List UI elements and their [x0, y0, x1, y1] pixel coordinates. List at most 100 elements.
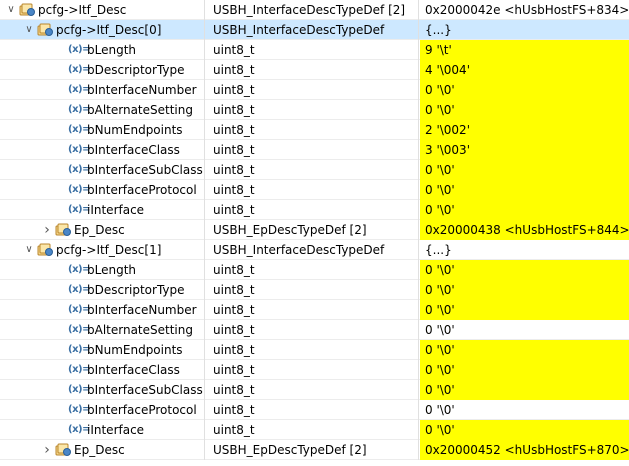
struct-variable-icon — [55, 223, 71, 237]
name-cell[interactable]: ∨ pcfg->Itf_Desc[1] — [0, 240, 205, 260]
tree-row-field[interactable]: (x)= bNumEndpoints uint8_t 2 '\002' — [0, 120, 629, 140]
tree-row-field[interactable]: (x)= bDescriptorType uint8_t 0 '\0' — [0, 280, 629, 300]
variable-name: bNumEndpoints — [87, 123, 183, 137]
value-cell-changed[interactable]: 0 '\0' — [420, 80, 629, 100]
type-cell: USBH_InterfaceDescTypeDef — [206, 240, 419, 260]
tree-row-field[interactable]: (x)= iInterface uint8_t 0 '\0' — [0, 420, 629, 440]
chevron-right-icon[interactable]: › — [41, 220, 53, 240]
value-cell[interactable]: {...} — [420, 240, 629, 260]
tree-row-struct[interactable]: ∨ pcfg->Itf_Desc[1] USBH_InterfaceDescType… — [0, 240, 629, 260]
value-cell-changed[interactable]: 0 '\0' — [420, 300, 629, 320]
type-cell: uint8_t — [206, 300, 419, 320]
type-cell: USBH_EpDescTypeDef [2] — [206, 220, 419, 240]
value-cell-changed[interactable]: 2 '\002' — [420, 120, 629, 140]
type-cell: USBH_EpDescTypeDef [2] — [206, 440, 419, 460]
chevron-down-icon[interactable]: ∨ — [5, 0, 17, 20]
tree-row-field[interactable]: (x)= bInterfaceSubClass uint8_t 0 '\0' — [0, 160, 629, 180]
tree-row-field[interactable]: (x)= bDescriptorType uint8_t 4 '\004' — [0, 60, 629, 80]
value-cell[interactable]: {...} — [420, 20, 629, 40]
variable-name: bInterfaceNumber — [87, 83, 197, 97]
chevron-right-icon[interactable]: › — [41, 440, 53, 460]
variable-name: bDescriptorType — [87, 63, 185, 77]
value-cell-changed[interactable]: 0 '\0' — [420, 160, 629, 180]
name-cell[interactable]: (x)= bAlternateSetting — [0, 100, 205, 120]
tree-row-field[interactable]: (x)= bAlternateSetting uint8_t 0 '\0' — [0, 100, 629, 120]
value-cell[interactable]: 0x2000042e <hUsbHostFS+834> — [420, 0, 629, 20]
tree-row-field[interactable]: (x)= bInterfaceClass uint8_t 3 '\003' — [0, 140, 629, 160]
tree-row-struct[interactable]: ∨ pcfg->Itf_Desc[0] USBH_InterfaceDescType… — [0, 20, 629, 40]
type-cell: uint8_t — [206, 100, 419, 120]
name-cell[interactable]: (x)= bNumEndpoints — [0, 340, 205, 360]
tree-row-field[interactable]: (x)= bLength uint8_t 0 '\0' — [0, 260, 629, 280]
variable-name: bInterfaceClass — [87, 363, 180, 377]
name-cell[interactable]: (x)= bAlternateSetting — [0, 320, 205, 340]
type-cell: uint8_t — [206, 80, 419, 100]
tree-row-field[interactable]: (x)= bAlternateSetting uint8_t 0 '\0' — [0, 320, 629, 340]
name-cell[interactable]: › Ep_Desc — [0, 440, 205, 460]
name-cell[interactable]: (x)= bInterfaceSubClass — [0, 160, 205, 180]
variable-name: bInterfaceProtocol — [87, 183, 197, 197]
type-cell: uint8_t — [206, 60, 419, 80]
tree-row-field[interactable]: (x)= bNumEndpoints uint8_t 0 '\0' — [0, 340, 629, 360]
variable-name: Ep_Desc — [74, 223, 125, 237]
value-cell-changed[interactable]: 0x20000452 <hUsbHostFS+870> — [420, 440, 629, 460]
variable-name: bAlternateSetting — [87, 323, 193, 337]
variable-name: pcfg->Itf_Desc[1] — [56, 243, 162, 257]
value-cell-changed[interactable]: 0 '\0' — [420, 340, 629, 360]
tree-row-struct[interactable]: › Ep_Desc USBH_EpDescTypeDef [2] 0x20000438… — [0, 220, 629, 240]
value-cell[interactable]: 0 '\0' — [420, 400, 629, 420]
value-cell-changed[interactable]: 0 '\0' — [420, 420, 629, 440]
type-cell: uint8_t — [206, 120, 419, 140]
tree-row-field[interactable]: (x)= bInterfaceProtocol uint8_t 0 '\0' — [0, 180, 629, 200]
tree-row-field[interactable]: (x)= bInterfaceProtocol uint8_t 0 '\0' — [0, 400, 629, 420]
tree-row-field[interactable]: (x)= bInterfaceSubClass uint8_t 0 '\0' — [0, 380, 629, 400]
value-cell-changed[interactable]: 3 '\003' — [420, 140, 629, 160]
name-cell[interactable]: (x)= iInterface — [0, 420, 205, 440]
name-cell[interactable]: › Ep_Desc — [0, 220, 205, 240]
name-cell[interactable]: (x)= bInterfaceProtocol — [0, 180, 205, 200]
variables-tree[interactable]: ∨ pcfg->Itf_Desc USBH_InterfaceDescTypeDef… — [0, 0, 629, 466]
name-cell[interactable]: (x)= bInterfaceProtocol — [0, 400, 205, 420]
name-cell[interactable]: (x)= iInterface — [0, 200, 205, 220]
name-cell[interactable]: ∨ pcfg->Itf_Desc[0] — [0, 20, 205, 40]
name-cell[interactable]: (x)= bInterfaceSubClass — [0, 380, 205, 400]
type-cell: uint8_t — [206, 140, 419, 160]
value-cell-changed[interactable]: 4 '\004' — [420, 60, 629, 80]
variable-name: Ep_Desc — [74, 443, 125, 457]
tree-row-struct[interactable]: › Ep_Desc USBH_EpDescTypeDef [2] 0x20000452… — [0, 440, 629, 460]
variable-name: bAlternateSetting — [87, 103, 193, 117]
name-cell[interactable]: (x)= bInterfaceClass — [0, 360, 205, 380]
tree-row-field[interactable]: (x)= bInterfaceNumber uint8_t 0 '\0' — [0, 300, 629, 320]
value-cell[interactable]: 0 '\0' — [420, 320, 629, 340]
struct-variable-icon — [19, 3, 35, 17]
value-cell-changed[interactable]: 0 '\0' — [420, 360, 629, 380]
type-cell: uint8_t — [206, 200, 419, 220]
value-cell-changed[interactable]: 0 '\0' — [420, 200, 629, 220]
tree-row-field[interactable]: (x)= iInterface uint8_t 0 '\0' — [0, 200, 629, 220]
name-cell[interactable]: (x)= bLength — [0, 260, 205, 280]
name-cell[interactable]: (x)= bInterfaceNumber — [0, 300, 205, 320]
name-cell[interactable]: (x)= bLength — [0, 40, 205, 60]
value-cell-changed[interactable]: 0 '\0' — [420, 380, 629, 400]
value-cell-changed[interactable]: 0 '\0' — [420, 260, 629, 280]
value-cell-changed[interactable]: 0 '\0' — [420, 100, 629, 120]
name-cell[interactable]: (x)= bDescriptorType — [0, 280, 205, 300]
name-cell[interactable]: (x)= bInterfaceNumber — [0, 80, 205, 100]
chevron-down-icon[interactable]: ∨ — [23, 20, 35, 40]
type-cell: uint8_t — [206, 180, 419, 200]
name-cell[interactable]: ∨ pcfg->Itf_Desc — [0, 0, 205, 20]
tree-row-field[interactable]: (x)= bInterfaceNumber uint8_t 0 '\0' — [0, 80, 629, 100]
name-cell[interactable]: (x)= bDescriptorType — [0, 60, 205, 80]
value-cell-changed[interactable]: 0 '\0' — [420, 180, 629, 200]
value-cell-changed[interactable]: 0x20000438 <hUsbHostFS+844> — [420, 220, 629, 240]
name-cell[interactable]: (x)= bInterfaceClass — [0, 140, 205, 160]
name-cell[interactable]: (x)= bNumEndpoints — [0, 120, 205, 140]
tree-row-struct[interactable]: ∨ pcfg->Itf_Desc USBH_InterfaceDescTypeDef… — [0, 0, 629, 20]
struct-variable-icon — [37, 23, 53, 37]
value-cell-changed[interactable]: 9 '\t' — [420, 40, 629, 60]
value-cell-changed[interactable]: 0 '\0' — [420, 280, 629, 300]
variable-name: bInterfaceClass — [87, 143, 180, 157]
chevron-down-icon[interactable]: ∨ — [23, 240, 35, 260]
tree-row-field[interactable]: (x)= bLength uint8_t 9 '\t' — [0, 40, 629, 60]
tree-row-field[interactable]: (x)= bInterfaceClass uint8_t 0 '\0' — [0, 360, 629, 380]
